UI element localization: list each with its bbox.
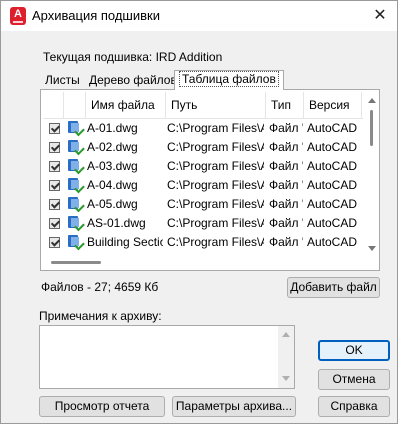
scroll-thumb[interactable] [370,110,373,146]
cell-path: C:\Program Files\Au [167,121,264,135]
cell-type: Файл ' [269,159,303,173]
col-header-type[interactable]: Тип [265,92,303,118]
autocad-app-icon: A [10,7,26,25]
cell-type: Файл ' [269,216,303,230]
cell-path: C:\Program Files\Au [167,235,264,249]
cell-path: C:\Program Files\Au [167,197,264,211]
hscroll-thumb[interactable] [51,261,101,264]
cell-path: C:\Program Files\Au [167,140,264,154]
ok-button[interactable]: OK [318,340,390,361]
cell-version: AutoCAD 2 [307,140,361,154]
table-row[interactable]: A-01.dwg C:\Program Files\Au Файл ' AutoCAD… [43,119,363,138]
table-vertical-scrollbar[interactable] [364,92,379,256]
cell-version: AutoCAD 2 [307,159,361,173]
cell-filename: A-04.dwg [87,178,138,192]
close-icon[interactable]: ✕ [365,3,395,29]
col-header-path[interactable]: Путь [165,92,265,118]
notes-scroll-down-icon[interactable] [282,376,290,381]
files-summary: Файлов - 27; 4659 Кб [41,280,159,294]
current-sheetset-label: Текущая подшивка: IRD Addition [43,50,223,64]
row-checkbox[interactable] [49,142,60,153]
cell-type: Файл ' [269,140,303,154]
row-checkbox[interactable] [49,161,60,172]
row-checkbox[interactable] [49,237,60,248]
cell-filename: A-03.dwg [87,159,138,173]
tab-file-table[interactable]: Таблица файлов [174,70,284,90]
notes-text [40,326,294,332]
tab-sheets[interactable]: Листы [41,72,84,89]
dwg-file-icon [67,120,85,137]
cell-filename: Building Section [87,235,163,249]
archive-dialog: A Архивация подшивки ✕ Текущая подшивка:… [0,0,398,424]
row-checkbox[interactable] [49,218,60,229]
row-checkbox[interactable] [49,199,60,210]
cell-type: Файл ' [269,235,303,249]
table-row[interactable]: Building Section C:\Program Files\Au Файл … [43,233,363,252]
scroll-down-arrow-icon[interactable] [368,246,376,251]
dwg-file-icon [67,234,85,251]
notes-label: Примечания к архиву: [39,309,162,323]
table-row[interactable]: A-05.dwg C:\Program Files\Au Файл ' AutoCAD… [43,195,363,214]
file-table-panel: Имя файла Путь Тип Версия Г A-01.dwg C:\P… [40,89,380,271]
file-table: Имя файла Путь Тип Версия Г A-01.dwg C:\P… [43,92,363,256]
add-file-button[interactable]: Добавить файл [287,277,380,298]
cell-path: C:\Program Files\Au [167,178,264,192]
cancel-button[interactable]: Отмена [318,369,390,390]
cell-version: AutoCAD 2 [307,235,361,249]
notes-textarea[interactable] [39,325,295,389]
col-header-filename[interactable]: Имя файла [85,92,165,118]
dwg-file-icon [67,215,85,232]
table-header: Имя файла Путь Тип Версия Г [43,92,363,119]
col-header-extra[interactable]: Г [361,92,363,118]
scroll-up-arrow-icon[interactable] [368,98,376,103]
cell-version: AutoCAD 2 [307,121,361,135]
cell-version: AutoCAD 2 [307,178,361,192]
cell-type: Файл ' [269,178,303,192]
cell-filename: A-05.dwg [87,197,138,211]
col-header-version[interactable]: Версия [303,92,361,118]
view-report-button[interactable]: Просмотр отчета [39,396,165,417]
cell-type: Файл ' [269,121,303,135]
col-header-check[interactable] [43,92,63,118]
dwg-file-icon [67,158,85,175]
dwg-file-icon [67,196,85,213]
tab-file-table-label: Таблица файлов [179,71,279,87]
table-row[interactable]: A-03.dwg C:\Program Files\Au Файл ' AutoCAD… [43,157,363,176]
row-checkbox[interactable] [49,180,60,191]
dwg-file-icon [67,139,85,156]
notes-scroll-up-icon[interactable] [282,332,290,337]
window-title: Архивация подшивки [32,8,160,23]
cell-filename: A-01.dwg [87,121,138,135]
cell-filename: A-02.dwg [87,140,138,154]
table-horizontal-scrollbar[interactable] [43,256,363,270]
dwg-file-icon [67,177,85,194]
cell-version: AutoCAD 2 [307,216,361,230]
cell-path: C:\Program Files\Au [167,216,264,230]
notes-scrollbar[interactable] [278,326,294,388]
cell-version: AutoCAD 2 [307,197,361,211]
title-bar: A Архивация подшивки ✕ [1,1,397,31]
table-row[interactable]: AS-01.dwg C:\Program Files\Au Файл ' AutoCA… [43,214,363,233]
table-row[interactable]: A-04.dwg C:\Program Files\Au Файл ' AutoCAD… [43,176,363,195]
cell-filename: AS-01.dwg [87,216,146,230]
archive-params-button[interactable]: Параметры архива... [172,396,296,417]
table-row[interactable]: A-02.dwg C:\Program Files\Au Файл ' AutoCAD… [43,138,363,157]
row-checkbox[interactable] [49,123,60,134]
tab-file-tree[interactable]: Дерево файлов [85,72,181,89]
cell-type: Файл ' [269,197,303,211]
help-button[interactable]: Справка [318,396,390,417]
col-header-icon[interactable] [63,92,85,118]
cell-path: C:\Program Files\Au [167,159,264,173]
